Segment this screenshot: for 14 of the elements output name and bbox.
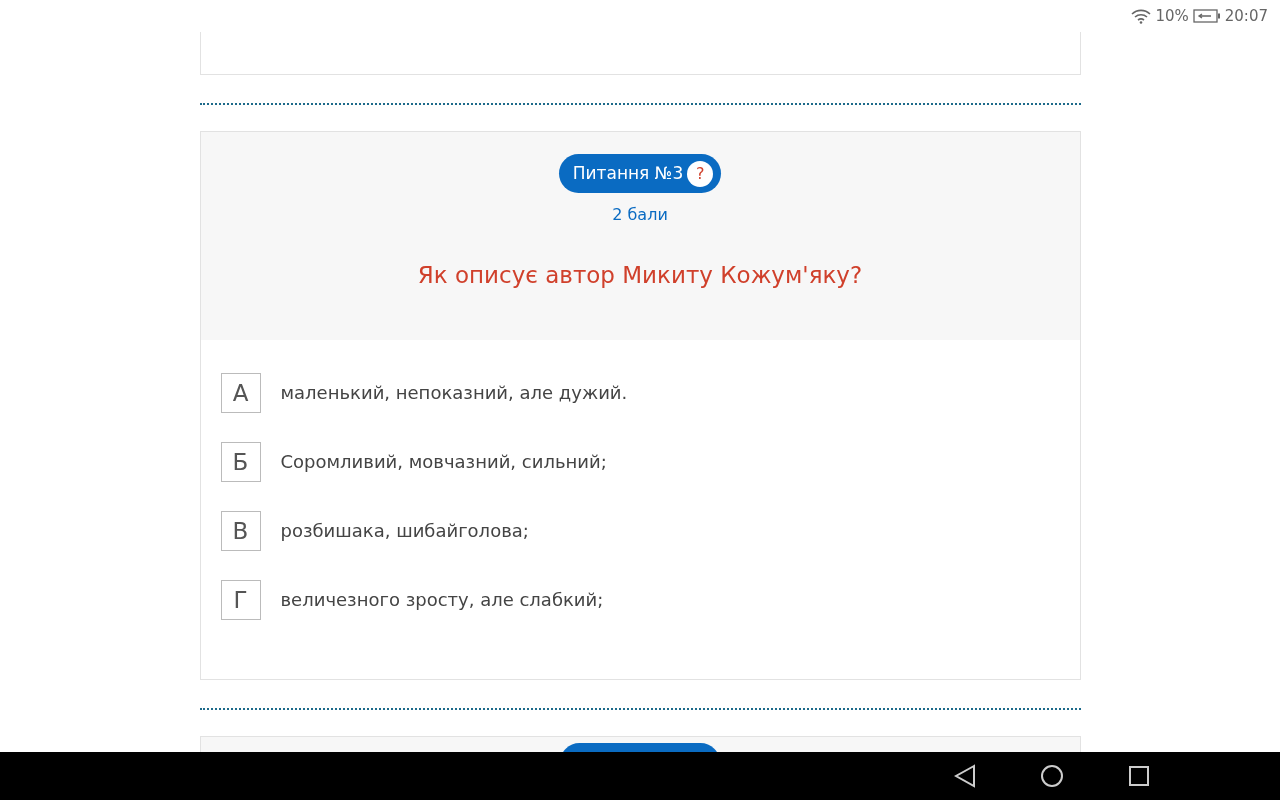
option-letter-button[interactable]: Б: [220, 442, 261, 482]
question-text: Як описує автор Микиту Кожум'яку?: [416, 261, 864, 290]
option-text[interactable]: Соромливий, мовчазний, сильний;: [280, 442, 607, 482]
option-text[interactable]: величезного зросту, але слабкий;: [280, 580, 604, 620]
option-letter-button[interactable]: В: [220, 511, 261, 551]
clock-time: 20:07: [1224, 5, 1268, 27]
option-text[interactable]: розбишака, шибайголова;: [280, 511, 529, 551]
option-text[interactable]: маленький, непоказний, але дужий.: [280, 373, 628, 413]
points-label: 2 бали: [611, 204, 669, 226]
option-letter-button[interactable]: Г: [220, 580, 261, 620]
battery-percentage: 10%: [1155, 5, 1189, 27]
question-number-button[interactable]: Питання №3 ?: [558, 154, 722, 193]
help-icon[interactable]: ?: [687, 160, 714, 187]
option-letter-button[interactable]: А: [220, 373, 261, 413]
